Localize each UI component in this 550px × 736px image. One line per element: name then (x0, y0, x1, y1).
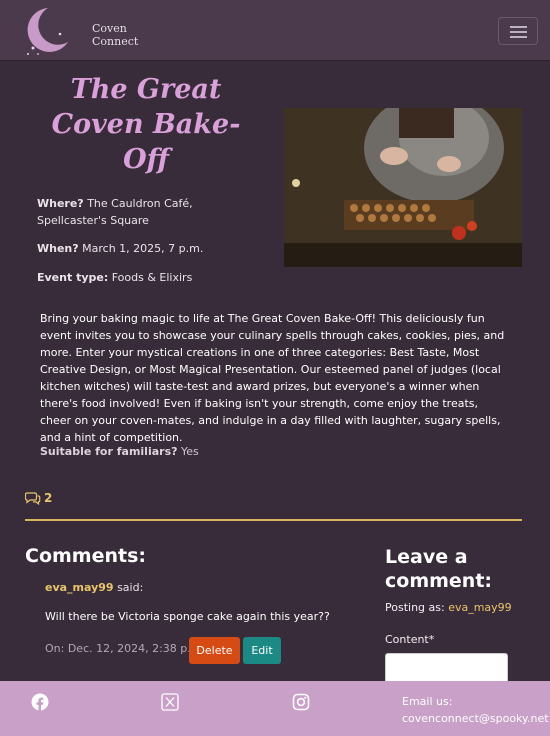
comment-count: 2 (25, 491, 52, 505)
edit-comment-button[interactable]: Edit (243, 637, 281, 664)
navbar: Coven Connect (0, 0, 550, 61)
where-label: Where? (37, 197, 84, 210)
delete-comment-button[interactable]: Delete (189, 637, 240, 664)
event-title: The Great Coven Bake-Off (51, 74, 241, 175)
comment-author-line: eva_may99 said: (45, 581, 143, 594)
comments-heading: Comments: (25, 545, 146, 567)
comment-body: Will there be Victoria sponge cake again… (45, 610, 330, 623)
moon-logo-icon (27, 8, 68, 55)
posting-as-label: Posting as: (385, 601, 445, 614)
type-value: Foods & Elixirs (111, 271, 193, 284)
menu-toggle-button[interactable] (498, 17, 538, 45)
brand-name: Coven Connect (92, 22, 138, 48)
event-where: Where? The Cauldron Café, Spellcaster's … (37, 195, 257, 229)
comment-count-value: 2 (44, 491, 53, 505)
comment-said: said: (117, 581, 144, 594)
section-divider (25, 519, 522, 521)
footer-email-label: Email us: (402, 695, 453, 708)
familiars-value: Yes (181, 445, 199, 458)
footer: Email us: covenconnect@spooky.net (0, 681, 550, 736)
x-twitter-icon[interactable] (161, 693, 179, 711)
event-image (284, 108, 522, 267)
leave-comment-heading: Leave a comment: (385, 546, 493, 592)
comments-icon (25, 492, 41, 505)
event-type: Event type: Foods & Elixirs (37, 269, 192, 286)
brand-name-line1: Coven (92, 22, 127, 35)
type-label: Event type: (37, 271, 109, 284)
posting-as: Posting as: eva_may99 (385, 601, 512, 614)
content-label: Content* (385, 633, 435, 646)
footer-email-link[interactable]: covenconnect@spooky.net (402, 712, 549, 725)
posting-as-user: eva_may99 (448, 601, 512, 614)
event-description: Bring your baking magic to life at The G… (40, 312, 505, 444)
instagram-icon[interactable] (292, 693, 310, 711)
when-value: March 1, 2025, 7 p.m. (82, 242, 204, 255)
comment-date: On: Dec. 12, 2024, 2:38 p.m. (45, 642, 205, 655)
event-when: When? March 1, 2025, 7 p.m. (37, 240, 203, 257)
brand-name-line2: Connect (92, 35, 139, 48)
comment-author: eva_may99 (45, 581, 114, 594)
familiars-label: Suitable for familiars? (40, 445, 178, 458)
event-familiars: Suitable for familiars? Yes (40, 443, 199, 460)
brand-logo[interactable]: Coven Connect (20, 4, 138, 58)
facebook-icon[interactable] (31, 693, 49, 711)
when-label: When? (37, 242, 79, 255)
hamburger-icon (510, 26, 527, 28)
